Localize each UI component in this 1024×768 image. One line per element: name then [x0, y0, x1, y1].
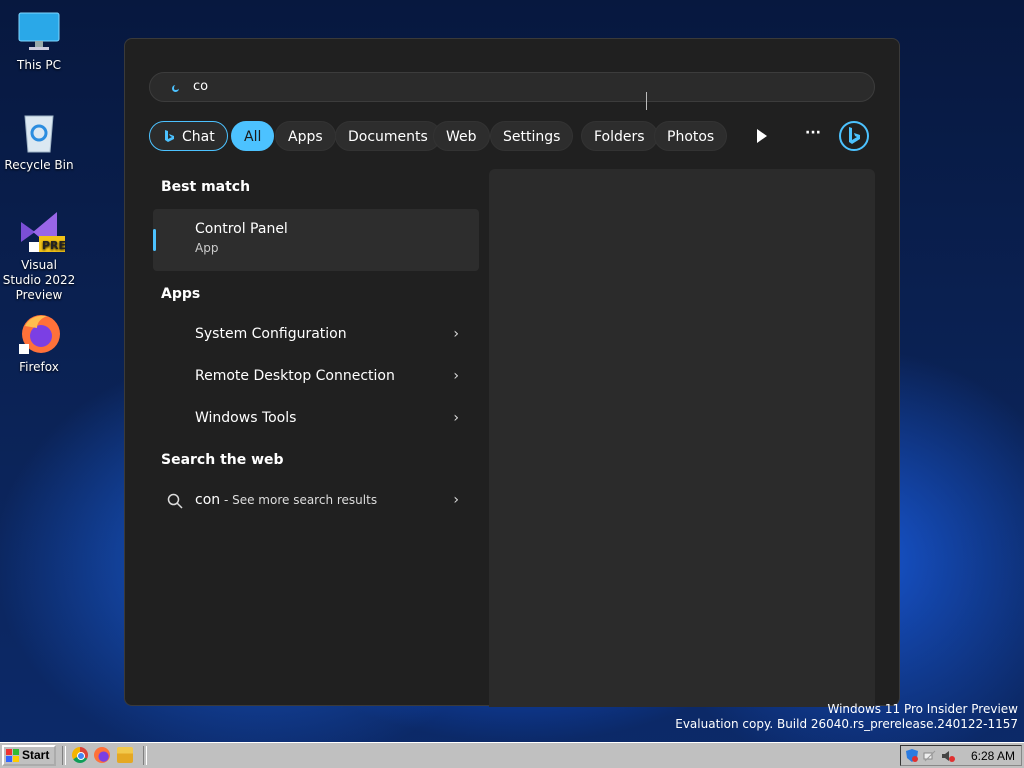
filter-photos[interactable]: Photos: [654, 121, 728, 151]
bing-icon: [165, 130, 174, 142]
system-tray: 6:28 AM: [900, 745, 1022, 766]
chevron-right-icon[interactable]: ›: [453, 492, 459, 508]
desktop-icon-recycle-bin[interactable]: Recycle Bin: [1, 110, 77, 173]
monitor-icon: [17, 10, 61, 54]
clock[interactable]: 6:28 AM: [971, 749, 1015, 763]
taskbar-separator: [143, 746, 147, 765]
network-icon[interactable]: [923, 749, 937, 763]
filter-settings[interactable]: Settings: [490, 121, 574, 151]
apps-heading: Apps: [161, 286, 201, 302]
search-spinner-icon: [172, 85, 179, 92]
desktop-icon-label: Visual Studio 2022 Preview: [2, 258, 76, 302]
svg-text:PRE: PRE: [42, 239, 66, 252]
search-panel: co Chat All Apps Documents Web Settings …: [124, 38, 900, 707]
more-options-button[interactable]: ···: [805, 125, 821, 141]
chevron-right-icon[interactable]: ›: [453, 368, 459, 384]
text-cursor-icon: [646, 92, 648, 110]
best-match-control-panel[interactable]: Control Panel App: [153, 209, 479, 271]
recycle-bin-icon: [17, 110, 61, 154]
list-item-label: Remote Desktop Connection: [195, 368, 395, 384]
list-item-label: System Configuration: [195, 326, 347, 342]
firefox-icon: [17, 312, 61, 356]
web-search-result[interactable]: con - See more search results ›: [153, 480, 479, 522]
search-input[interactable]: co: [149, 72, 875, 102]
filter-documents[interactable]: Documents: [335, 121, 441, 151]
best-match-title: Control Panel: [195, 221, 288, 237]
volume-muted-icon[interactable]: [941, 749, 955, 763]
play-icon[interactable]: [757, 129, 767, 143]
desktop-icon-label: This PC: [17, 58, 61, 72]
watermark-line-1: Windows 11 Pro Insider Preview: [827, 702, 1018, 716]
desktop-icon-label: Firefox: [19, 360, 59, 374]
desktop-icon-firefox[interactable]: Firefox: [1, 312, 77, 375]
desktop-icon-this-pc[interactable]: This PC: [1, 10, 77, 73]
best-match-heading: Best match: [161, 179, 251, 195]
firefox-quicklaunch-icon[interactable]: [94, 747, 110, 763]
filter-chat[interactable]: Chat: [149, 121, 228, 151]
taskbar-separator: [62, 746, 66, 765]
security-shield-icon[interactable]: [905, 748, 919, 763]
bing-logo-icon: [849, 127, 860, 144]
bing-chat-button[interactable]: [839, 121, 869, 151]
evaluation-watermark: Windows 11 Pro Insider Preview Evaluatio…: [675, 702, 1018, 732]
visual-studio-preview-icon: PRE: [17, 210, 66, 254]
desktop-icon-label: Recycle Bin: [4, 158, 74, 172]
list-item-windows-tools[interactable]: Windows Tools ›: [153, 398, 479, 440]
best-match-subtitle: App: [195, 241, 219, 255]
start-label: Start: [22, 748, 50, 762]
taskbar: Start 6:28 AM: [0, 742, 1024, 768]
chevron-right-icon[interactable]: ›: [453, 326, 459, 342]
list-item-system-configuration[interactable]: System Configuration ›: [153, 314, 479, 356]
list-item-remote-desktop-connection[interactable]: Remote Desktop Connection ›: [153, 356, 479, 398]
web-query: con: [195, 492, 221, 508]
chevron-right-icon[interactable]: ›: [453, 410, 459, 426]
filter-folders[interactable]: Folders: [581, 121, 658, 151]
preview-pane: [489, 169, 875, 707]
desktop-icon-visual-studio[interactable]: PRE Visual Studio 2022 Preview: [1, 210, 77, 303]
filter-web[interactable]: Web: [433, 121, 490, 151]
search-query: co: [193, 79, 209, 94]
list-item-label: Windows Tools: [195, 410, 297, 426]
search-icon: [167, 493, 183, 509]
chrome-icon[interactable]: [72, 747, 88, 763]
watermark-line-2: Evaluation copy. Build 26040.rs_prerelea…: [675, 717, 1018, 731]
file-explorer-icon[interactable]: [117, 747, 133, 763]
search-web-heading: Search the web: [161, 452, 284, 468]
start-button[interactable]: Start: [2, 745, 56, 766]
windows-logo-icon: [6, 749, 19, 762]
selection-indicator: [153, 229, 156, 251]
filter-all[interactable]: All: [231, 121, 275, 151]
web-query-suffix: - See more search results: [220, 493, 378, 507]
filter-apps[interactable]: Apps: [275, 121, 336, 151]
